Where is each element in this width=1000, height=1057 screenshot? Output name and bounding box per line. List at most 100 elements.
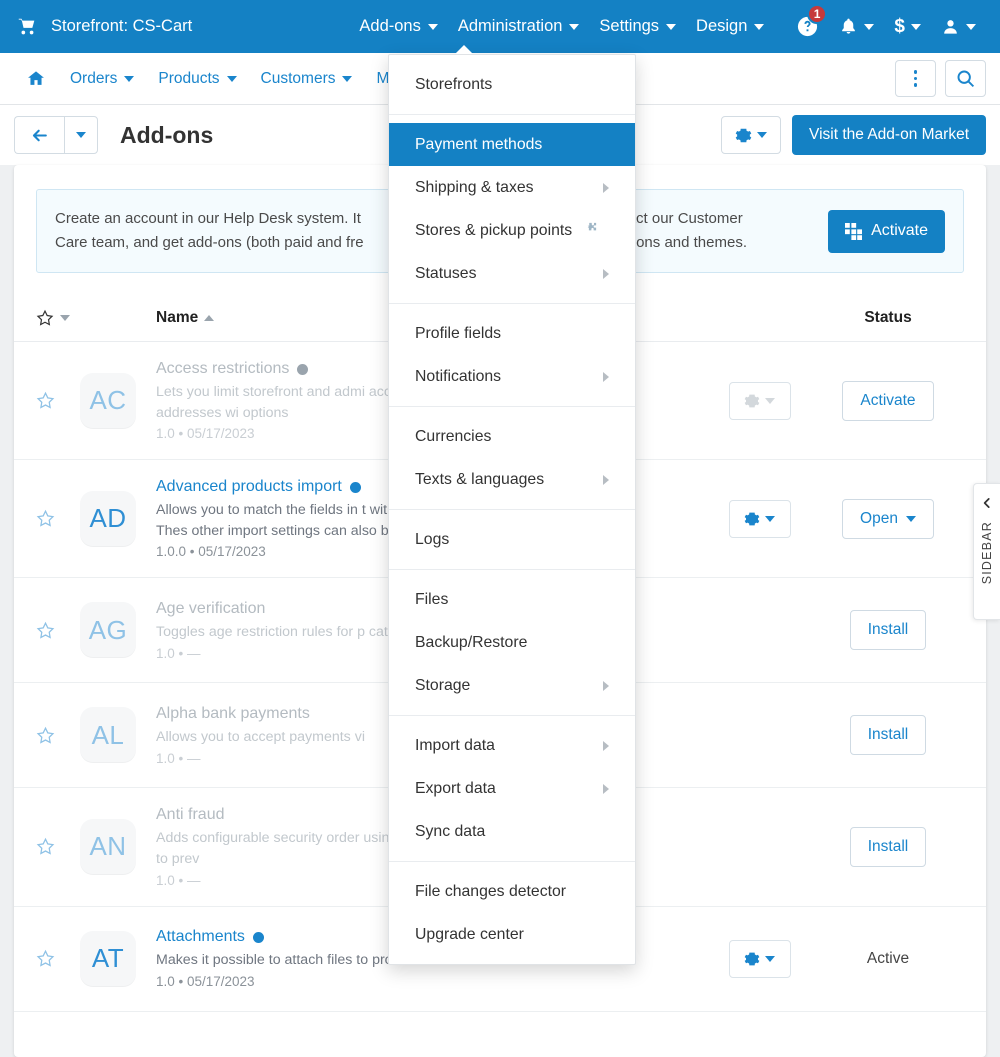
- menu-item-notifications[interactable]: Notifications: [389, 355, 635, 398]
- addon-settings-button[interactable]: [728, 939, 791, 978]
- addon-puzzle-icon: [583, 221, 598, 241]
- addon-action-cell: Install: [812, 610, 964, 651]
- user-account-button[interactable]: [933, 16, 984, 37]
- menu-item-profile-fields[interactable]: Profile fields: [389, 312, 635, 355]
- user-icon: [944, 20, 957, 34]
- menu-item-import-data[interactable]: Import data: [389, 724, 635, 767]
- top-nav-item-administration[interactable]: Administration: [448, 17, 590, 36]
- back-button[interactable]: [14, 116, 64, 154]
- chevron-down-icon: [905, 515, 916, 522]
- chevron-down-icon: [76, 132, 86, 138]
- favorite-toggle[interactable]: [36, 391, 80, 410]
- menu-item-upgrade-center[interactable]: Upgrade center: [389, 913, 635, 956]
- addon-settings-button[interactable]: [728, 499, 791, 538]
- visit-addon-market-button[interactable]: Visit the Add-on Market: [792, 115, 986, 155]
- menu-item-texts-languages[interactable]: Texts & languages: [389, 458, 635, 501]
- favorite-toggle[interactable]: [36, 621, 80, 640]
- top-nav-item-addons[interactable]: Add-ons: [349, 17, 447, 36]
- favorite-toggle[interactable]: [36, 726, 80, 745]
- star-icon: [36, 510, 55, 527]
- menu-item-sync-data[interactable]: Sync data: [389, 810, 635, 853]
- gear-icon: [744, 512, 760, 526]
- addon-action-label: Install: [867, 621, 909, 639]
- subnav-label: Customers: [260, 69, 336, 87]
- home-button[interactable]: [14, 69, 58, 88]
- back-button-group: [14, 116, 98, 154]
- menu-item-payment-methods[interactable]: Payment methods: [389, 123, 635, 166]
- addon-action-button[interactable]: Install: [849, 826, 927, 867]
- addon-logo: AN: [80, 818, 136, 875]
- menu-item-storage[interactable]: Storage: [389, 664, 635, 707]
- table-header-status: Status: [812, 309, 964, 327]
- admin-page: Storefront: CS-Cart Add-ons Administrati…: [0, 0, 1000, 1057]
- gear-icon: [735, 128, 752, 142]
- addon-logo: AG: [80, 602, 136, 659]
- addon-action-cell: Install: [812, 715, 964, 756]
- addon-name-label: Attachments: [156, 928, 245, 946]
- favorite-toggle[interactable]: [36, 837, 80, 856]
- notifications-button[interactable]: [831, 16, 882, 37]
- menu-item-label: Currencies: [415, 427, 492, 445]
- favorites-filter[interactable]: [36, 309, 80, 327]
- help-icon-button[interactable]: 1: [788, 4, 828, 38]
- addon-name-label: Alpha bank payments: [156, 705, 310, 723]
- menu-item-stores-pickup-points[interactable]: Stores & pickup points: [389, 209, 635, 252]
- menu-item-files[interactable]: Files: [389, 578, 635, 621]
- chevron-left-icon: [983, 498, 990, 508]
- kebab-menu-icon: [913, 70, 918, 87]
- addon-settings-button[interactable]: [728, 381, 791, 420]
- addon-status-dot: [349, 481, 361, 493]
- menu-item-file-changes-detector[interactable]: File changes detector: [389, 870, 635, 913]
- chevron-down-icon: [342, 75, 353, 82]
- home-icon: [28, 71, 44, 85]
- menu-item-label: Backup/Restore: [415, 633, 528, 651]
- addon-logo-cell: AD: [80, 490, 156, 547]
- subnav-right-actions: [895, 60, 986, 97]
- addon-action-button[interactable]: Install: [849, 610, 927, 651]
- menu-item-storefronts[interactable]: Storefronts: [389, 63, 635, 106]
- top-nav-item-design[interactable]: Design: [686, 17, 774, 36]
- top-bar-icons: 1 $: [788, 4, 984, 38]
- star-icon: [36, 621, 55, 639]
- menu-item-label: Statuses: [415, 264, 477, 282]
- top-bar: Storefront: CS-Cart Add-ons Administrati…: [0, 0, 1000, 53]
- search-icon: [957, 70, 975, 88]
- menu-item-label: Texts & languages: [415, 470, 545, 488]
- menu-item-currencies[interactable]: Currencies: [389, 415, 635, 458]
- menu-item-logs[interactable]: Logs: [389, 518, 635, 561]
- sidebar-toggle[interactable]: SIDEBAR: [973, 483, 1000, 620]
- activate-helpdesk-button[interactable]: Activate: [828, 209, 945, 253]
- menu-item-backup-restore[interactable]: Backup/Restore: [389, 621, 635, 664]
- top-nav-label: Administration: [457, 17, 563, 35]
- addon-action-button[interactable]: Activate: [842, 380, 934, 421]
- sort-ascending-icon: [204, 315, 215, 321]
- addon-name-label: Advanced products import: [156, 478, 342, 496]
- addon-action-button[interactable]: Install: [849, 715, 927, 756]
- page-settings-button[interactable]: [721, 116, 782, 154]
- menu-item-statuses[interactable]: Statuses: [389, 252, 635, 295]
- addon-version-date: 1.0 • 05/17/2023: [156, 973, 255, 989]
- more-options-button[interactable]: [895, 60, 936, 97]
- addon-action-cell: Activate: [812, 380, 964, 421]
- menu-separator: [389, 114, 635, 115]
- top-nav: Add-ons Administration Settings Design 1…: [349, 4, 984, 38]
- menu-item-export-data[interactable]: Export data: [389, 767, 635, 810]
- subnav-item-products[interactable]: Products: [146, 70, 248, 88]
- table-header-status-label: Status: [864, 309, 912, 326]
- top-nav-item-settings[interactable]: Settings: [589, 17, 686, 36]
- help-badge-count: 1: [806, 4, 828, 24]
- currency-button[interactable]: $: [886, 17, 929, 36]
- favorite-toggle[interactable]: [36, 949, 80, 968]
- menu-item-shipping-taxes[interactable]: Shipping & taxes: [389, 166, 635, 209]
- subnav-item-customers[interactable]: Customers: [249, 70, 365, 88]
- addon-status-text: Active: [866, 949, 910, 967]
- search-button[interactable]: [945, 60, 986, 97]
- chevron-down-icon: [754, 23, 765, 30]
- addon-action-button[interactable]: Open: [842, 498, 934, 539]
- subnav-item-orders[interactable]: Orders: [58, 70, 146, 88]
- top-nav-label: Design: [696, 17, 748, 35]
- chevron-right-icon: [603, 474, 609, 485]
- favorite-toggle[interactable]: [36, 509, 80, 528]
- addon-action-cell: Install: [812, 826, 964, 867]
- back-history-dropdown[interactable]: [64, 116, 98, 154]
